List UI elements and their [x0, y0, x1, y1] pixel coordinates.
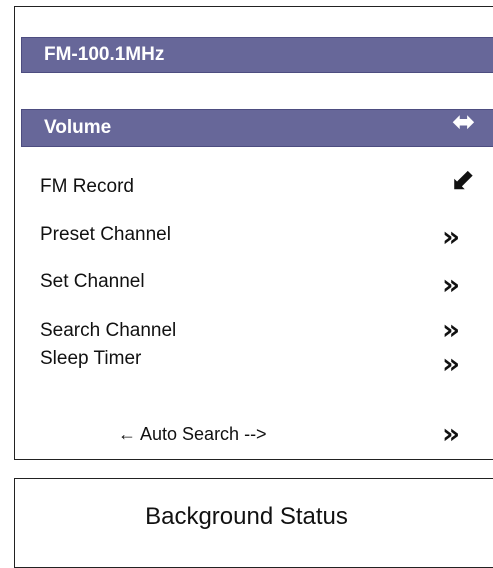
menu-item-set-channel[interactable]: Set Channel [40, 271, 145, 293]
double-chevron-right-icon[interactable]: » [442, 271, 460, 299]
menu-item-label: Set Channel [40, 271, 145, 292]
frequency-header: FM-100.1MHz [21, 37, 493, 73]
menu-item-preset-channel[interactable]: Preset Channel [40, 224, 171, 246]
menu-item-label: Preset Channel [40, 224, 171, 245]
menu-item-sleep-timer[interactable]: Sleep Timer [40, 348, 141, 370]
auto-search-label[interactable]: ← Auto Search --> [118, 424, 267, 445]
volume-label: Volume [44, 117, 112, 138]
double-chevron-right-icon[interactable]: » [442, 420, 460, 448]
menu-item-label: Search Channel [40, 320, 177, 341]
double-chevron-right-icon[interactable]: » [442, 350, 460, 378]
menu-item-volume[interactable]: Volume [21, 109, 493, 147]
menu-item-label: FM Record [40, 176, 134, 197]
menu-item-search-channel[interactable]: Search Channel [40, 320, 176, 342]
left-right-arrow-icon: ⬌ [452, 105, 476, 138]
menu-item-label: Sleep Timer [40, 348, 142, 369]
frequency-label: FM-100.1MHz [44, 44, 165, 65]
menu-item-fm-record[interactable]: FM Record [40, 176, 134, 198]
double-chevron-right-icon[interactable]: » [442, 316, 460, 344]
background-status-label: Background Status [145, 503, 348, 530]
arrow-down-left-icon: ⬋ [450, 163, 476, 198]
double-chevron-right-icon[interactable]: » [442, 223, 460, 251]
